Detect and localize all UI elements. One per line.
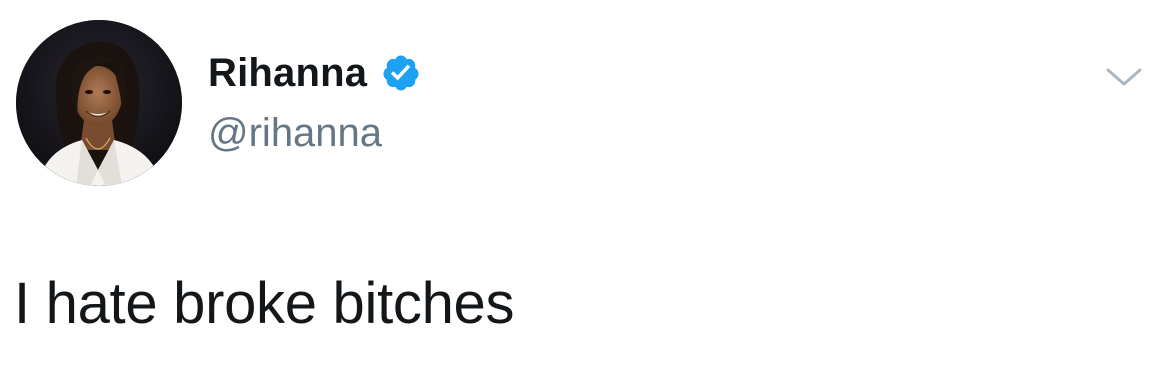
author-display-name[interactable]: Rihanna <box>208 48 367 98</box>
author-handle[interactable]: @rihanna <box>208 108 382 158</box>
avatar[interactable] <box>16 20 182 186</box>
chevron-down-icon[interactable] <box>1104 62 1144 92</box>
verified-badge-icon <box>381 53 421 93</box>
tweet-card: Rihanna @rihanna I hate broke bitches <box>0 0 1155 384</box>
avatar-photo <box>16 20 182 186</box>
author-name-row: Rihanna <box>208 48 421 98</box>
tweet-text: I hate broke bitches <box>14 271 515 336</box>
